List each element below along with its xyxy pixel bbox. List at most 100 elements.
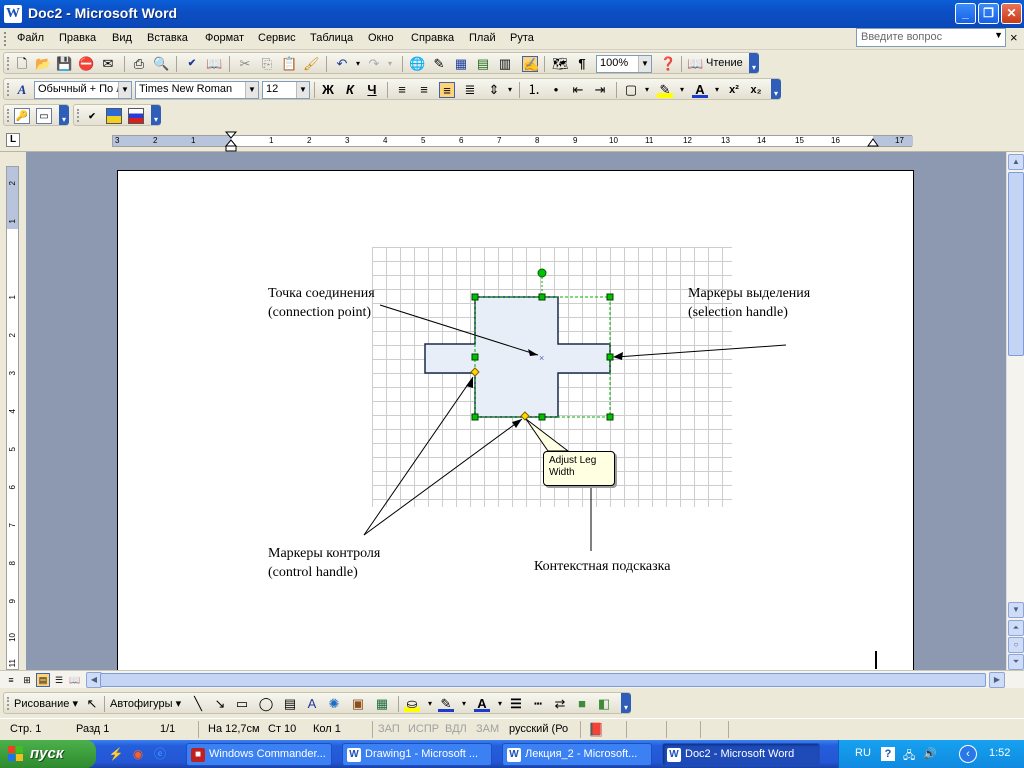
menubar-grip[interactable] (4, 32, 7, 46)
increase-indent-icon[interactable]: ⇥ (592, 82, 608, 98)
drawing-font-color-icon[interactable]: А (474, 696, 490, 712)
menu-tools[interactable]: Сервис (258, 32, 296, 44)
word-app-icon[interactable]: W (4, 5, 22, 23)
superscript-button[interactable]: x² (726, 82, 742, 98)
scroll-right-button[interactable]: ▶ (989, 672, 1005, 688)
print-preview-icon[interactable]: 🔍 (153, 56, 169, 72)
select-browse-object-button[interactable]: ○ (1008, 637, 1024, 653)
research-icon[interactable]: 📖 (206, 56, 222, 72)
scroll-up-button[interactable]: ▲ (1008, 154, 1024, 170)
menu-window[interactable]: Окно (368, 32, 394, 44)
menu-insert[interactable]: Вставка (147, 32, 188, 44)
read-button-label[interactable]: Чтение (706, 57, 743, 69)
vertical-ruler-track[interactable]: 2 1 1 2 3 4 5 6 7 8 9 10 11 (6, 166, 19, 670)
menu-format[interactable]: Формат (205, 32, 244, 44)
copy-icon[interactable]: ⎘ (259, 56, 275, 72)
reading-view-icon[interactable]: 📖 (68, 673, 82, 687)
underline-button[interactable]: Ч (364, 82, 380, 98)
email-icon[interactable]: ✉ (100, 56, 116, 72)
taskbar-lecture2[interactable]: W Лекция_2 - Microsoft... (502, 743, 652, 766)
key-icon[interactable]: 🔑 (14, 108, 30, 124)
toolbar-grip[interactable] (7, 109, 10, 122)
menu-table[interactable]: Таблица (310, 32, 353, 44)
status-track-changes[interactable]: ИСПР (408, 723, 439, 735)
document-map-icon[interactable]: 🗺 (552, 56, 569, 72)
subscript-button[interactable]: x₂ (748, 82, 764, 98)
network-tray-icon[interactable]: 🖧 (903, 747, 915, 766)
redo-dropdown-icon[interactable]: ▾ (382, 56, 398, 72)
insert-picture-icon[interactable]: ▦ (374, 696, 390, 712)
mail-merge-icon[interactable]: ▭ (36, 108, 52, 124)
toolbar-options-icon[interactable]: ▾ (621, 693, 631, 713)
tab-stop-selector[interactable]: L (6, 133, 20, 147)
ask-question-input[interactable]: Введите вопрос ▼ (856, 28, 1006, 47)
quicklaunch-browser-icon[interactable]: ⓔ (152, 746, 168, 762)
dash-style-icon[interactable]: ┅ (530, 696, 546, 712)
menu-ruta[interactable]: Рута (510, 32, 534, 44)
3d-style-icon[interactable]: ◧ (596, 696, 612, 712)
insert-excel-icon[interactable]: ▤ (475, 56, 491, 72)
right-indent-marker-icon[interactable] (867, 138, 879, 148)
toolbar-grip[interactable] (7, 697, 10, 710)
save-icon[interactable]: 💾 (56, 56, 72, 72)
russia-flag-icon[interactable] (128, 108, 144, 124)
next-page-button[interactable]: ⏷ (1008, 654, 1024, 670)
diagram-icon[interactable]: ✺ (326, 696, 342, 712)
undo-icon[interactable]: ↶ (334, 56, 350, 72)
spelling-status-icon[interactable]: 📕 (588, 722, 604, 738)
taskbar-drawing1[interactable]: W Drawing1 - Microsoft ... (342, 743, 492, 766)
text-box-icon[interactable]: ▤ (282, 696, 298, 712)
status-extend[interactable]: ВДЛ (445, 723, 467, 735)
wordart-icon[interactable]: A (304, 696, 320, 712)
vertical-ruler[interactable]: 2 1 1 2 3 4 5 6 7 8 9 10 11 (0, 152, 26, 670)
toolbar-grip[interactable] (77, 109, 80, 122)
draw-menu-button[interactable]: Рисование ▾ (14, 697, 78, 710)
print-icon[interactable]: ⎙ (131, 56, 147, 72)
line-spacing-dropdown-icon[interactable]: ▾ (502, 82, 518, 98)
toolbar-grip[interactable] (7, 57, 10, 70)
toolbar-options-icon[interactable]: ▾ (771, 79, 781, 99)
vertical-scrollbar[interactable]: ▲ ▼ ⏶ ○ ⏷ (1006, 152, 1024, 670)
borders-icon[interactable]: ▢ (623, 82, 639, 98)
menu-file[interactable]: Файл (17, 32, 44, 44)
show-formatting-icon[interactable]: ¶ (574, 56, 590, 72)
help-icon[interactable]: ❓ (660, 56, 676, 72)
oval-icon[interactable]: ◯ (258, 696, 274, 712)
bullets-icon[interactable]: • (548, 82, 564, 98)
normal-view-icon[interactable]: ≡ (4, 673, 18, 687)
insert-table-icon[interactable]: ▦ (453, 56, 469, 72)
document-area[interactable]: × Точка соединения (connection point) Ма… (26, 152, 1006, 670)
clock[interactable]: 1:52 (989, 747, 1010, 759)
chevron-down-icon[interactable]: ▼ (245, 82, 258, 98)
align-left-icon[interactable]: ≡ (394, 82, 410, 98)
line-icon[interactable]: ╲ (190, 696, 206, 712)
cut-icon[interactable]: ✂ (237, 56, 253, 72)
status-language[interactable]: русский (Ро (509, 723, 568, 735)
quicklaunch-lightning-icon[interactable]: ⚡ (108, 746, 124, 762)
help-tray-icon[interactable]: ? (881, 747, 895, 761)
line-style-icon[interactable]: ☰ (508, 696, 524, 712)
chevron-down-icon[interactable]: ▼ (296, 82, 309, 98)
toolbar-grip[interactable] (7, 83, 10, 96)
maximize-button[interactable]: ❐ (978, 3, 999, 24)
arrow-icon[interactable]: ↘ (212, 696, 228, 712)
chevron-left-icon[interactable]: ‹ (959, 745, 977, 763)
menu-plai[interactable]: Плай (469, 32, 496, 44)
line-color-dropdown-icon[interactable]: ▾ (456, 696, 472, 712)
arrow-style-icon[interactable]: ⇄ (552, 696, 568, 712)
ukraine-flag-icon[interactable] (106, 108, 122, 124)
spell-check-icon[interactable]: ✔ (84, 108, 100, 124)
line-spacing-icon[interactable]: ⇕ (486, 82, 502, 98)
taskbar-doc2[interactable]: W Doc2 - Microsoft Word (662, 743, 820, 766)
toolbar-options-icon[interactable]: ▾ (749, 53, 759, 73)
tables-borders-icon[interactable]: ✎ (431, 56, 447, 72)
close-button[interactable]: ✕ (1001, 3, 1022, 24)
quicklaunch-media-icon[interactable]: ◉ (130, 746, 146, 762)
minimize-button[interactable]: _ (955, 3, 976, 24)
format-painter-icon[interactable]: 🖌 (303, 56, 320, 72)
open-folder-icon[interactable]: 📂 (35, 56, 51, 72)
font-color-dropdown-icon[interactable]: ▾ (709, 82, 725, 98)
line-color-icon[interactable]: ✎ (438, 696, 454, 712)
justify-icon[interactable]: ≣ (462, 82, 478, 98)
menu-view[interactable]: Вид (112, 32, 132, 44)
